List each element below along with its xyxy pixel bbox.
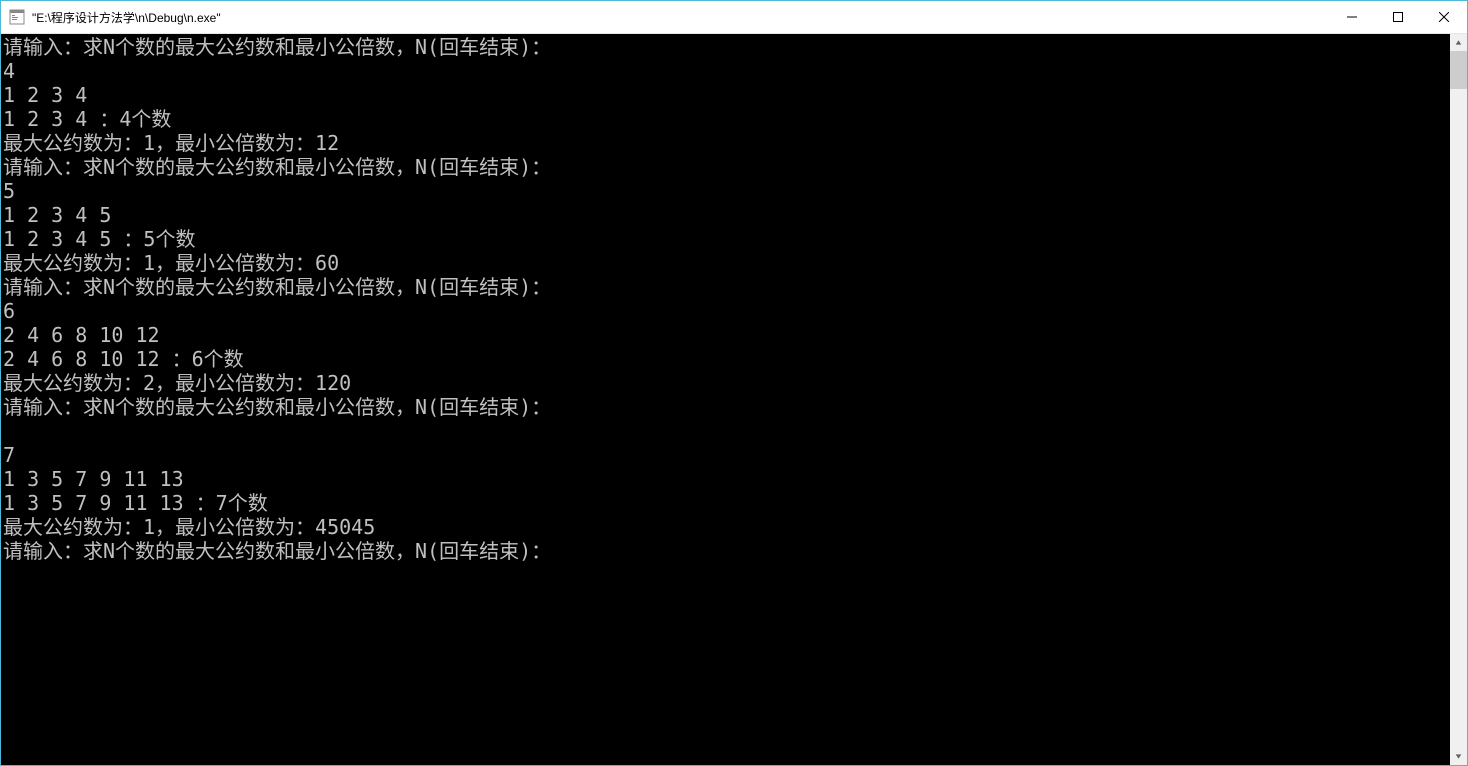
console-line: 1 2 3 4 ：4个数: [3, 107, 1448, 131]
maximize-button[interactable]: [1375, 1, 1421, 33]
console-line: 最大公约数为：1，最小公倍数为：45045: [3, 515, 1448, 539]
minimize-button[interactable]: [1329, 1, 1375, 33]
console-line: 2 4 6 8 10 12: [3, 323, 1448, 347]
console-line: 最大公约数为：1，最小公倍数为：12: [3, 131, 1448, 155]
title-bar: "E:\程序设计方法学\n\Debug\n.exe": [1, 1, 1467, 34]
console-line: 请输入：求N个数的最大公约数和最小公倍数，N(回车结束)：: [3, 539, 1448, 563]
console-line: 5: [3, 179, 1448, 203]
console-line: 请输入：求N个数的最大公约数和最小公倍数，N(回车结束)：: [3, 395, 1448, 419]
app-icon: [9, 9, 25, 25]
scroll-thumb[interactable]: [1450, 51, 1467, 89]
console-line: 1 2 3 4 5: [3, 203, 1448, 227]
console-line: 最大公约数为：2，最小公倍数为：120: [3, 371, 1448, 395]
console-line: [3, 419, 1448, 443]
console-line: 1 2 3 4: [3, 83, 1448, 107]
console-line: 1 3 5 7 9 11 13 ：7个数: [3, 491, 1448, 515]
console-line: 请输入：求N个数的最大公约数和最小公倍数，N(回车结束)：: [3, 275, 1448, 299]
close-button[interactable]: [1421, 1, 1467, 33]
console-area: 请输入：求N个数的最大公约数和最小公倍数，N(回车结束)：41 2 3 41 2…: [1, 34, 1467, 765]
vertical-scrollbar[interactable]: [1450, 34, 1467, 765]
scroll-up-arrow[interactable]: [1450, 34, 1467, 51]
scroll-down-arrow[interactable]: [1450, 748, 1467, 765]
window-title: "E:\程序设计方法学\n\Debug\n.exe": [32, 9, 1329, 26]
console-line: 1 2 3 4 5 ：5个数: [3, 227, 1448, 251]
console-line: 最大公约数为：1，最小公倍数为：60: [3, 251, 1448, 275]
console-line: 6: [3, 299, 1448, 323]
console-line: 1 3 5 7 9 11 13: [3, 467, 1448, 491]
console-line: 4: [3, 59, 1448, 83]
window-controls: [1329, 1, 1467, 33]
console-line: 请输入：求N个数的最大公约数和最小公倍数，N(回车结束)：: [3, 35, 1448, 59]
console-line: 7: [3, 443, 1448, 467]
console-output[interactable]: 请输入：求N个数的最大公约数和最小公倍数，N(回车结束)：41 2 3 41 2…: [1, 34, 1450, 765]
scroll-track[interactable]: [1450, 51, 1467, 748]
console-line: 请输入：求N个数的最大公约数和最小公倍数，N(回车结束)：: [3, 155, 1448, 179]
console-line: 2 4 6 8 10 12 ：6个数: [3, 347, 1448, 371]
